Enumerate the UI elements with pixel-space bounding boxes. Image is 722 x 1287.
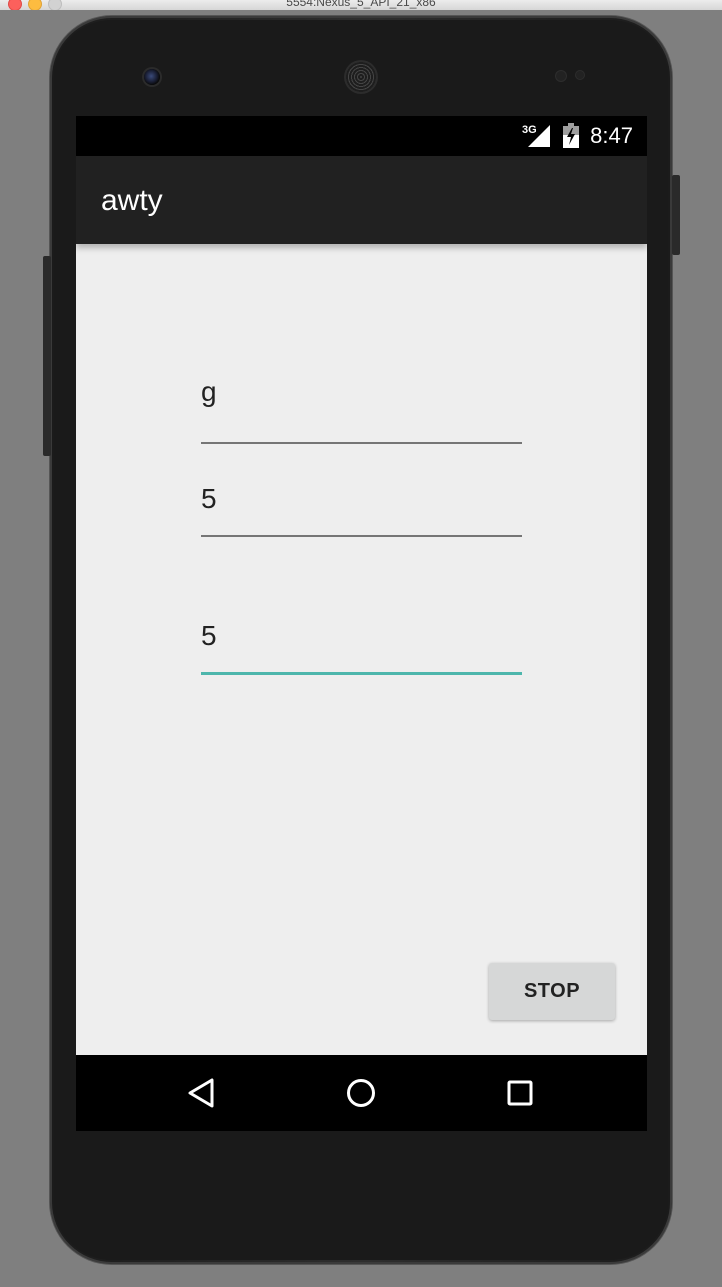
power-button[interactable]	[672, 175, 680, 255]
status-time: 8:47	[590, 123, 633, 148]
message-input-value: g	[201, 376, 217, 407]
app-title: awty	[101, 184, 163, 217]
proximity-sensor-icon	[556, 71, 566, 81]
navigation-bar	[76, 1055, 647, 1131]
interval-input-value: 5	[201, 620, 217, 651]
phone-number-input-underline	[201, 535, 522, 537]
battery-charging-icon	[563, 123, 579, 148]
device-screen: 3G 8:47 awty g 5 5 STOP	[76, 116, 647, 1131]
interval-input[interactable]: 5	[201, 616, 522, 678]
status-bar: 3G 8:47	[76, 116, 647, 156]
interval-input-underline	[201, 672, 522, 675]
home-icon[interactable]	[343, 1075, 379, 1111]
window-titlebar: 5554:Nexus_5_API_21_x86	[0, 0, 722, 10]
phone-number-input[interactable]: 5	[201, 479, 522, 539]
front-camera-icon	[144, 69, 160, 85]
window-title: 5554:Nexus_5_API_21_x86	[286, 0, 436, 9]
message-input-underline	[201, 442, 522, 444]
message-input[interactable]: g	[201, 372, 522, 444]
main-content: g 5 5 STOP	[76, 244, 647, 1055]
recents-icon[interactable]	[502, 1075, 538, 1111]
back-icon[interactable]	[184, 1075, 220, 1111]
speaker-grille-icon	[346, 62, 376, 92]
app-toolbar: awty	[76, 156, 647, 244]
light-sensor-icon	[576, 71, 584, 79]
phone-number-input-value: 5	[201, 483, 217, 514]
stop-button[interactable]: STOP	[489, 963, 615, 1020]
volume-button[interactable]	[43, 256, 51, 456]
cell-signal-icon	[528, 125, 550, 147]
